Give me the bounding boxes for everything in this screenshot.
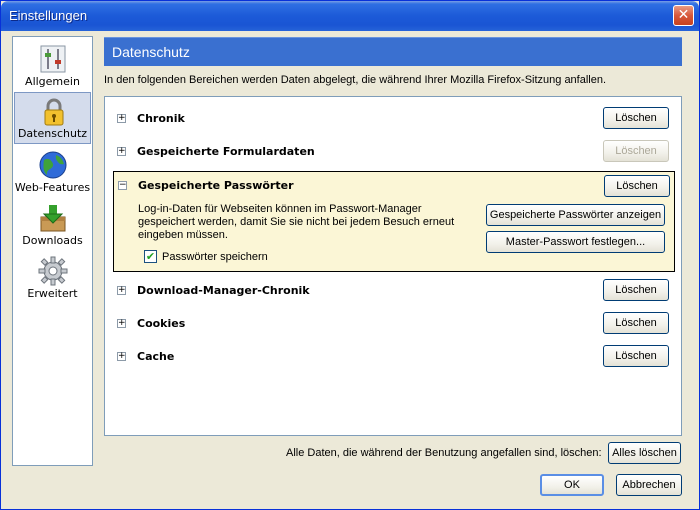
clear-cookies-button[interactable]: Löschen xyxy=(603,312,669,334)
privacy-sections-panel: + Chronik Löschen + Gespeicherte Formula… xyxy=(104,96,682,436)
clear-formulardaten-button[interactable]: Löschen xyxy=(603,140,669,162)
nav-item-downloads[interactable]: Downloads xyxy=(14,199,91,251)
save-passwords-label[interactable]: Passwörter speichern xyxy=(162,251,268,263)
clear-cache-button[interactable]: Löschen xyxy=(603,345,669,367)
category-sidebar: Allgemein Datenschutz Web-Features Downl… xyxy=(12,36,93,466)
section-passwoerter: − Gespeicherte Passwörter Löschen Log-in… xyxy=(113,171,675,272)
clear-download-chronik-button[interactable]: Löschen xyxy=(603,279,669,301)
nav-item-allgemein[interactable]: Allgemein xyxy=(14,40,91,92)
nav-item-label: Erweitert xyxy=(27,287,78,300)
globe-icon xyxy=(39,151,67,179)
clear-all-text: Alle Daten, die während der Benutzung an… xyxy=(286,447,602,459)
clear-all-button[interactable]: Alles löschen xyxy=(608,442,681,464)
expand-icon[interactable]: + xyxy=(117,114,126,123)
check-icon: ✔ xyxy=(145,250,156,263)
window-title: Einstellungen xyxy=(9,8,88,23)
nav-item-datenschutz[interactable]: Datenschutz xyxy=(14,92,91,144)
nav-item-label: Web-Features xyxy=(14,181,91,194)
clear-passwoerter-button[interactable]: Löschen xyxy=(604,175,670,197)
nav-item-label: Allgemein xyxy=(25,75,80,88)
section-label[interactable]: Cache xyxy=(137,350,174,363)
section-label[interactable]: Gespeicherte Passwörter xyxy=(138,179,294,192)
gear-icon xyxy=(38,256,68,286)
title-bar[interactable]: Einstellungen ✕ xyxy=(1,1,699,31)
section-label[interactable]: Chronik xyxy=(137,112,185,125)
close-button[interactable]: ✕ xyxy=(673,5,694,26)
expand-icon[interactable]: + xyxy=(117,319,126,328)
clear-chronik-button[interactable]: Löschen xyxy=(603,107,669,129)
cancel-button[interactable]: Abbrechen xyxy=(616,474,682,496)
section-label[interactable]: Cookies xyxy=(137,317,185,330)
preferences-window: Einstellungen ✕ Allgemein Datenschutz We… xyxy=(0,0,700,510)
nav-item-label: Datenschutz xyxy=(17,127,88,140)
download-box-icon xyxy=(40,205,66,232)
section-download-chronik: + Download-Manager-Chronik Löschen xyxy=(105,275,681,305)
expand-icon[interactable]: + xyxy=(117,286,126,295)
expand-icon[interactable]: + xyxy=(117,352,126,361)
section-details: Log-in-Daten für Webseiten können im Pas… xyxy=(138,203,455,241)
nav-item-erweitert[interactable]: Erweitert xyxy=(14,252,91,304)
sliders-icon xyxy=(40,45,66,73)
ok-button[interactable]: OK xyxy=(540,474,604,496)
section-cache: + Cache Löschen xyxy=(105,341,681,371)
section-label[interactable]: Download-Manager-Chronik xyxy=(137,284,310,297)
close-icon: ✕ xyxy=(677,7,690,23)
page-description: In den folgenden Bereichen werden Daten … xyxy=(104,74,607,86)
section-label[interactable]: Gespeicherte Formulardaten xyxy=(137,145,315,158)
collapse-icon[interactable]: − xyxy=(118,181,127,190)
show-passwords-button[interactable]: Gespeicherte Passwörter anzeigen xyxy=(486,204,665,226)
master-password-button[interactable]: Master-Passwort festlegen... xyxy=(486,231,665,253)
page-title: Datenschutz xyxy=(104,37,682,66)
save-passwords-checkbox[interactable]: ✔ xyxy=(144,250,157,263)
section-cookies: + Cookies Löschen xyxy=(105,308,681,338)
section-chronik: + Chronik Löschen xyxy=(105,103,681,133)
padlock-icon xyxy=(44,98,64,126)
nav-item-web-features[interactable]: Web-Features xyxy=(14,146,91,198)
nav-item-label: Downloads xyxy=(22,234,83,247)
expand-icon[interactable]: + xyxy=(117,147,126,156)
section-formulardaten: + Gespeicherte Formulardaten Löschen xyxy=(105,136,681,166)
